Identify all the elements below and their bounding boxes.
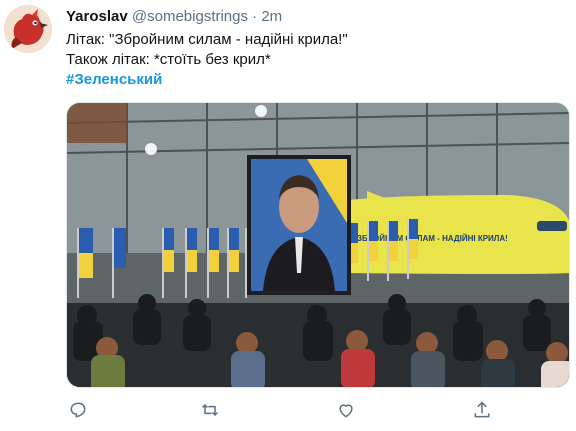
hashtag-link[interactable]: #Зеленський (66, 70, 348, 90)
separator: · (252, 8, 258, 25)
heart-icon (339, 404, 353, 418)
timestamp[interactable]: 2m (261, 8, 282, 25)
tweet-actions (66, 398, 506, 422)
like-button[interactable] (334, 398, 358, 422)
tweet-text: Літак: "Збройним силам - надійні крила!"… (66, 30, 348, 90)
retweet-button[interactable] (198, 398, 222, 422)
display-name[interactable]: Yaroslav (66, 8, 128, 25)
retweet-icon (201, 403, 219, 417)
reply-button[interactable] (66, 398, 90, 422)
reply-icon (70, 402, 86, 418)
tweet-photo[interactable]: ЗБРОЙНИМ СИЛАМ - НАДІЙНІ КРИЛА! (66, 102, 570, 388)
video-screen (247, 155, 351, 295)
tweet-header: Yaroslav @somebigstrings · 2m (66, 8, 282, 26)
share-button[interactable] (470, 398, 494, 422)
avatar[interactable] (4, 5, 52, 53)
press-conference-photo: ЗБРОЙНИМ СИЛАМ - НАДІЙНІ КРИЛА! (67, 103, 569, 387)
rooster-avatar-icon (4, 5, 52, 53)
handle[interactable]: @somebigstrings (132, 8, 248, 25)
tweet: Yaroslav @somebigstrings · 2m Літак: "Зб… (0, 0, 576, 431)
plane-banner-text: ЗБРОЙНИМ СИЛАМ - НАДІЙНІ КРИЛА! (357, 234, 508, 243)
tweet-line-2: Також літак: *стоїть без крил* (66, 51, 271, 68)
share-icon (474, 401, 490, 418)
tweet-line-1: Літак: "Збройним силам - надійні крила!" (66, 31, 348, 48)
audience (67, 294, 569, 387)
